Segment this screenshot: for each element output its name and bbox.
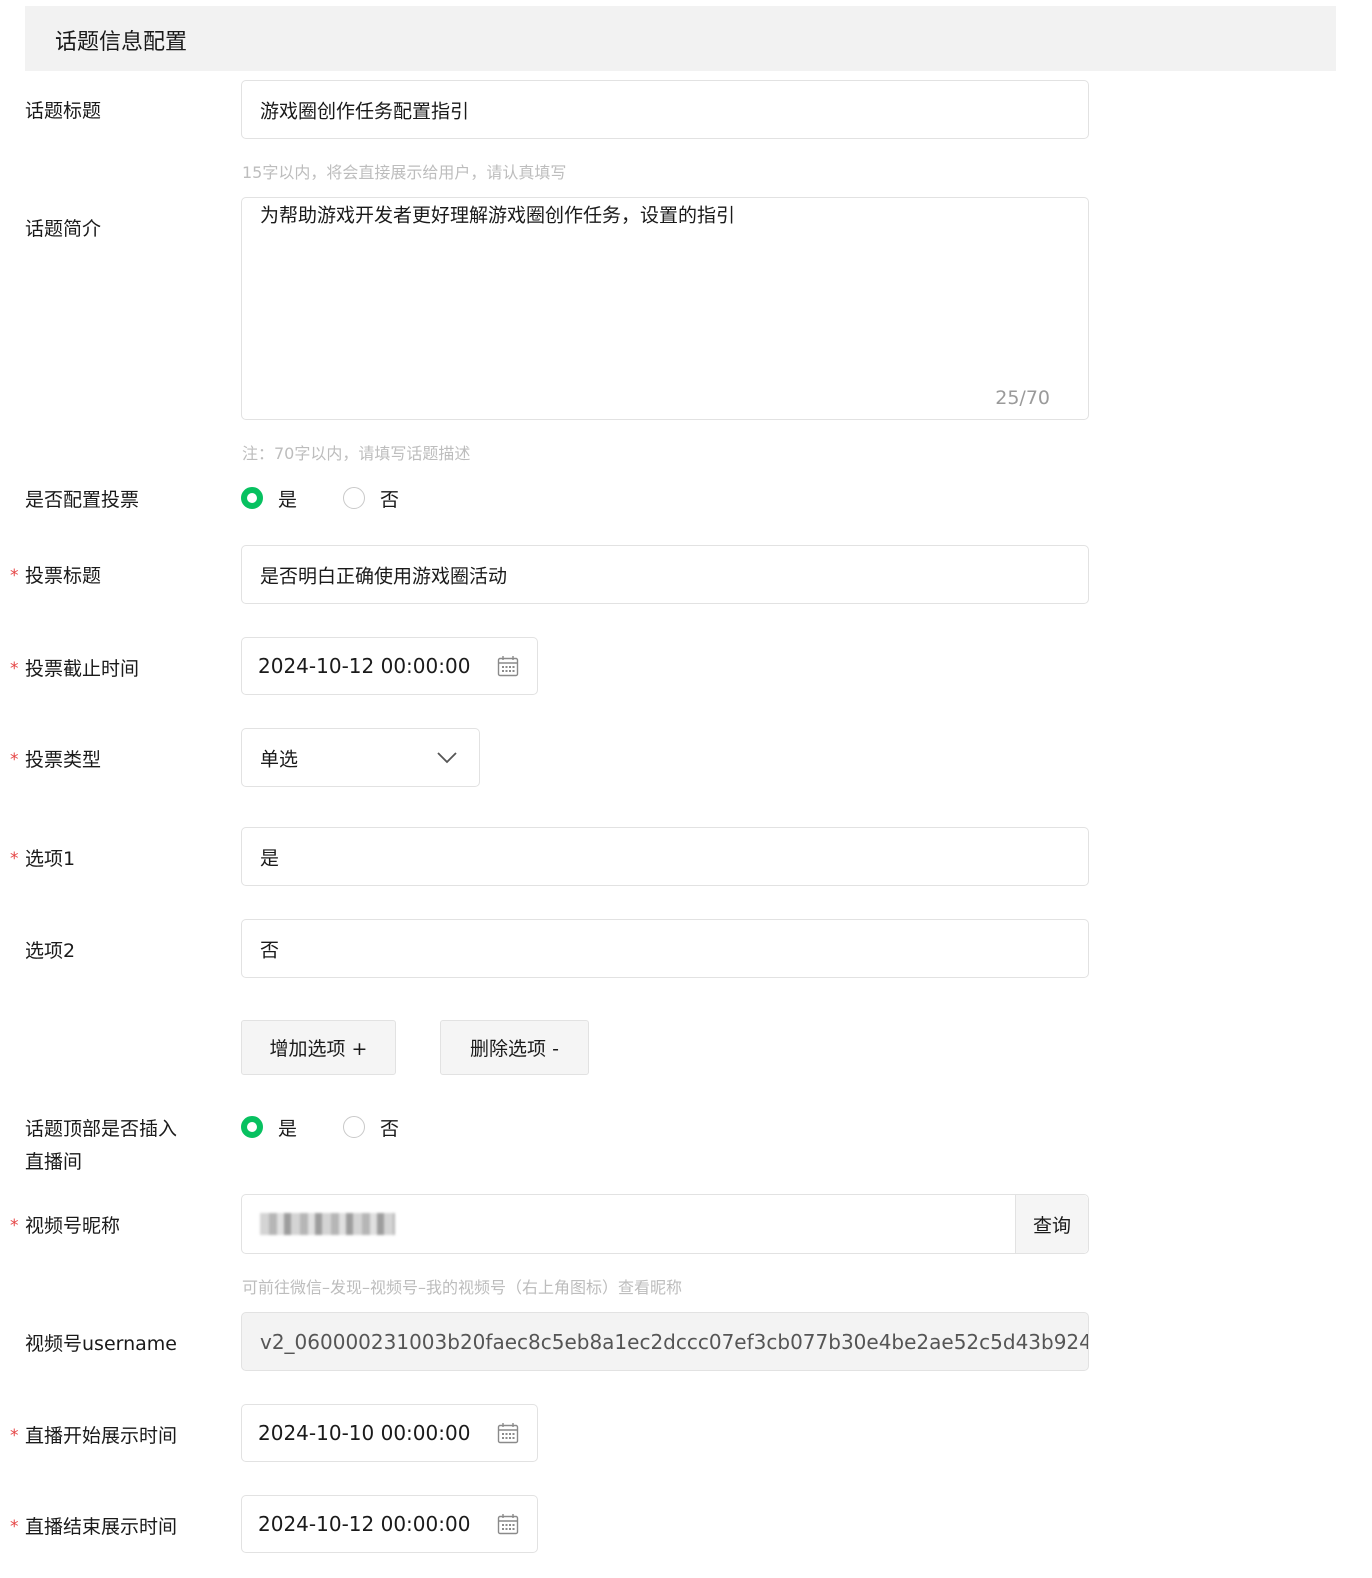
live-end-picker[interactable]: 2024-10-12 00:00:00 [241,1495,538,1553]
required-mark: * [10,849,19,869]
vote-type-value: 单选 [260,748,299,770]
live-start-label: 直播开始展示时间 [25,1425,178,1447]
radio-label: 是 [278,1117,298,1140]
required-mark: * [10,1216,19,1236]
channel-nickname-input[interactable]: 查询 [241,1194,1089,1254]
live-insert-label-line1: 话题顶部是否插入 [25,1118,178,1140]
required-mark: * [10,750,19,770]
topic-title-input[interactable]: 游戏圈创作任务配置指引 [241,80,1089,139]
calendar-icon [497,656,519,677]
radio-label: 是 [278,488,298,511]
radio-unchecked-icon [343,487,365,509]
remove-option-button[interactable]: 删除选项 - [440,1020,589,1075]
live-end-value: 2024-10-12 00:00:00 [258,1512,471,1536]
topic-title-value: 游戏圈创作任务配置指引 [260,100,470,122]
vote-title-input[interactable]: 是否明白正确使用游戏圈活动 [241,545,1089,604]
topic-intro-textarea[interactable]: 为帮助游戏开发者更好理解游戏圈创作任务，设置的指引 25/70 [241,197,1089,420]
option2-label: 选项2 [25,940,76,962]
radio-unchecked-icon [343,1116,365,1138]
topic-intro-hint: 注：70字以内，请填写话题描述 [242,444,471,463]
topic-title-hint: 15字以内，将会直接展示给用户，请认真填写 [242,163,567,182]
blurred-nickname [260,1213,395,1235]
channel-nickname-hint: 可前往微信–发现–视频号–我的视频号（右上角图标）查看昵称 [242,1278,683,1297]
vote-type-select[interactable]: 单选 [241,728,480,787]
option2-input[interactable]: 否 [241,919,1089,978]
vote-type-label: 投票类型 [25,749,102,771]
vote-title-value: 是否明白正确使用游戏圈活动 [260,565,508,587]
vote-config-yes-radio[interactable]: 是 [241,485,297,511]
vote-title-label: 投票标题 [25,565,102,587]
radio-label: 否 [380,1117,400,1140]
channel-username-input[interactable]: v2_060000231003b20faec8c5eb8a1ec2dccc07e… [241,1312,1089,1371]
section-header: 话题信息配置 [25,6,1336,71]
required-mark: * [10,566,19,586]
section-title: 话题信息配置 [55,30,188,55]
vote-config-no-radio[interactable]: 否 [343,485,399,511]
topic-intro-value: 为帮助游戏开发者更好理解游戏圈创作任务，设置的指引 [260,204,736,227]
vote-deadline-label: 投票截止时间 [25,658,140,680]
vote-deadline-picker[interactable]: 2024-10-12 00:00:00 [241,637,538,695]
live-insert-no-radio[interactable]: 否 [343,1114,399,1140]
live-start-picker[interactable]: 2024-10-10 00:00:00 [241,1404,538,1462]
vote-config-label: 是否配置投票 [25,489,140,511]
option1-input[interactable]: 是 [241,827,1089,886]
channel-username-value: v2_060000231003b20faec8c5eb8a1ec2dccc07e… [260,1329,1089,1354]
calendar-icon [497,1514,519,1535]
required-mark: * [10,659,19,679]
live-start-value: 2024-10-10 00:00:00 [258,1421,471,1445]
calendar-icon [497,1423,519,1444]
query-button[interactable]: 查询 [1015,1195,1088,1253]
live-end-label: 直播结束展示时间 [25,1516,178,1538]
live-insert-label-line2: 直播间 [25,1151,83,1173]
required-mark: * [10,1517,19,1537]
radio-checked-icon [241,1116,263,1138]
live-insert-yes-radio[interactable]: 是 [241,1114,297,1140]
topic-intro-label: 话题简介 [25,218,102,240]
channel-username-label: 视频号username [25,1333,177,1355]
channel-nickname-label: 视频号昵称 [25,1215,121,1237]
option1-value: 是 [260,847,280,869]
option1-label: 选项1 [25,848,76,870]
required-mark: * [10,1426,19,1446]
radio-checked-icon [241,487,263,509]
add-option-button[interactable]: 增加选项 + [241,1020,396,1075]
chevron-down-icon [437,751,457,763]
vote-deadline-value: 2024-10-12 00:00:00 [258,654,471,678]
radio-label: 否 [380,488,400,511]
char-counter: 25/70 [995,387,1050,409]
option2-value: 否 [260,939,280,961]
topic-title-label: 话题标题 [25,100,102,122]
